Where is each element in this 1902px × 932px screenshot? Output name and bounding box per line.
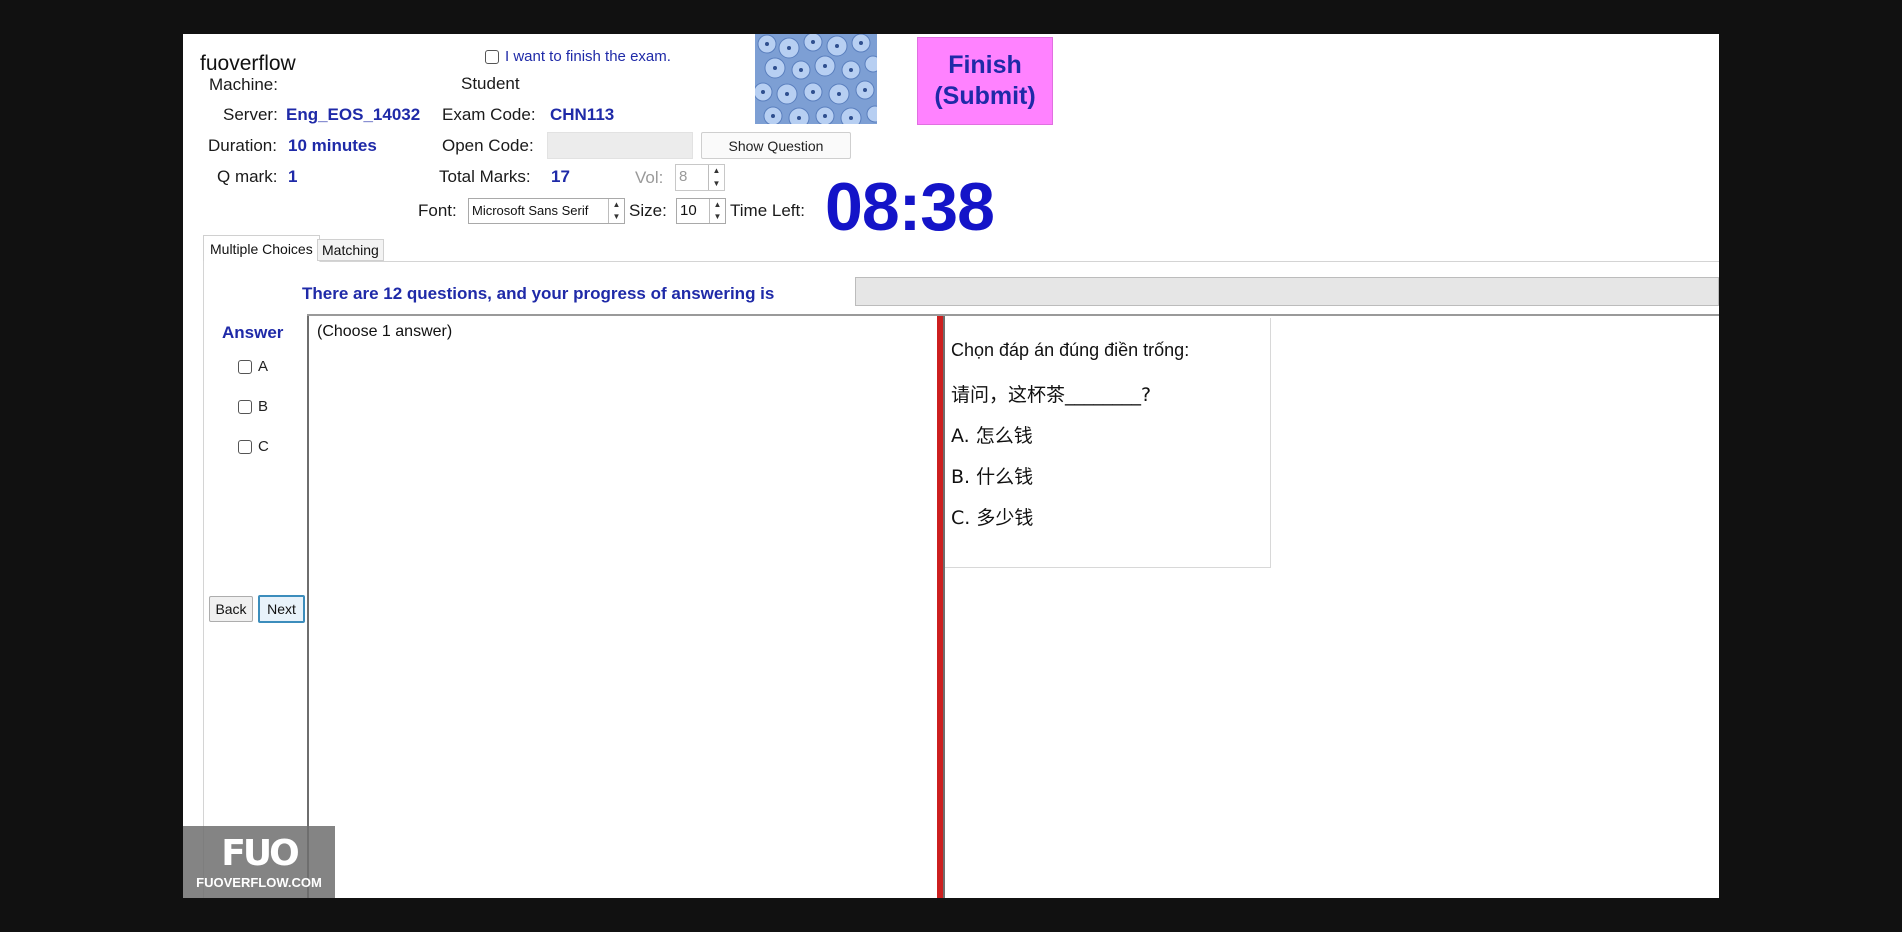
- up-arrow-icon[interactable]: ▲: [609, 199, 624, 211]
- watermark-text: fuoverflow: [200, 52, 296, 75]
- question-panel: Chọn đáp án đúng điền trống: 请问，这杯茶_____…: [945, 318, 1271, 568]
- show-question-button[interactable]: Show Question: [701, 132, 851, 159]
- logo-site: FUOVERFLOW.COM: [196, 874, 322, 890]
- server-label: Server:: [223, 105, 278, 124]
- question-sentence: 请问，这杯茶________?: [951, 384, 1152, 406]
- next-button[interactable]: Next: [258, 595, 305, 623]
- vol-label: Vol:: [635, 168, 664, 187]
- finish-button-line2: (Submit): [934, 82, 1036, 110]
- time-left-label: Time Left:: [730, 201, 805, 220]
- question-instruction: Chọn đáp án đúng điền trống:: [951, 340, 1190, 360]
- open-code-label: Open Code:: [442, 136, 534, 155]
- progress-bar: [855, 277, 1719, 306]
- back-button[interactable]: Back: [209, 596, 253, 622]
- vol-spin-arrows[interactable]: ▲ ▼: [708, 165, 724, 190]
- exam-window: fuoverflow I want to finish the exam. Ma…: [183, 34, 1719, 898]
- flower-image: [755, 34, 877, 124]
- font-select-value: Microsoft Sans Serif: [472, 203, 589, 218]
- finish-exam-checkbox[interactable]: I want to finish the exam.: [485, 48, 671, 65]
- total-marks-value: 17: [551, 167, 570, 186]
- total-marks-label: Total Marks:: [439, 167, 531, 186]
- duration-value: 10 minutes: [288, 136, 377, 155]
- finish-button-line1: Finish: [948, 50, 1022, 79]
- font-select[interactable]: Microsoft Sans Serif ▲ ▼: [468, 198, 625, 224]
- size-spin-arrows[interactable]: ▲ ▼: [709, 199, 725, 223]
- answer-option-b[interactable]: B: [238, 398, 268, 415]
- answer-checkbox-a[interactable]: [238, 359, 252, 374]
- server-value: Eng_EOS_14032: [286, 105, 421, 124]
- question-option-a: A. 怎么钱: [951, 425, 1033, 447]
- answer-title: Answer: [222, 323, 284, 342]
- tab-matching[interactable]: Matching: [317, 239, 384, 261]
- answer-option-c-label: C: [258, 438, 269, 455]
- tab-strip-border: [203, 261, 1719, 262]
- finish-submit-button[interactable]: Finish (Submit): [917, 37, 1053, 125]
- tab-multiple-choices[interactable]: Multiple Choices: [203, 235, 320, 262]
- up-arrow-icon[interactable]: ▲: [710, 199, 725, 211]
- down-arrow-icon[interactable]: ▼: [710, 211, 725, 223]
- size-label: Size:: [629, 201, 667, 220]
- vol-value: 8: [679, 168, 688, 185]
- student-label: Student: [461, 74, 520, 93]
- font-spin-arrows[interactable]: ▲ ▼: [608, 199, 624, 223]
- tab-panel-left-border: [203, 261, 204, 898]
- machine-label: Machine:: [209, 75, 278, 94]
- vol-stepper[interactable]: 8 ▲ ▼: [675, 164, 725, 191]
- flower-photo-icon: [755, 34, 877, 124]
- size-value: 10: [680, 202, 697, 219]
- progress-text: There are 12 questions, and your progres…: [302, 284, 775, 303]
- font-label: Font:: [418, 201, 457, 220]
- answer-option-b-label: B: [258, 398, 269, 415]
- exam-code-value: CHN113: [550, 105, 615, 124]
- answer-checkbox-c[interactable]: [238, 439, 252, 454]
- answer-checkbox-b[interactable]: [238, 399, 252, 414]
- down-arrow-icon[interactable]: ▼: [709, 178, 724, 191]
- answer-option-c[interactable]: C: [238, 438, 269, 455]
- duration-label: Duration:: [208, 136, 277, 155]
- qmark-label: Q mark:: [217, 167, 278, 186]
- question-option-b: B. 什么钱: [951, 466, 1034, 488]
- choose-hint: (Choose 1 answer): [317, 323, 453, 340]
- finish-exam-checkbox-label: I want to finish the exam.: [505, 48, 671, 65]
- answer-option-a-label: A: [258, 358, 269, 375]
- open-code-input[interactable]: [547, 132, 693, 159]
- answer-option-a[interactable]: A: [238, 358, 268, 375]
- qmark-value: 1: [288, 167, 298, 186]
- fuoverflow-logo: FUO FUOVERFLOW.COM: [183, 826, 335, 898]
- time-left-value: 08:38: [825, 169, 995, 245]
- size-stepper[interactable]: 10 ▲ ▼: [676, 198, 726, 224]
- down-arrow-icon[interactable]: ▼: [609, 211, 624, 223]
- finish-exam-checkbox-box[interactable]: [485, 49, 499, 64]
- up-arrow-icon[interactable]: ▲: [709, 165, 724, 178]
- question-option-c: C. 多少钱: [951, 507, 1034, 529]
- exam-code-label: Exam Code:: [442, 105, 536, 124]
- answer-area-top-border: [307, 314, 1719, 316]
- answer-area-left-border: [307, 314, 309, 898]
- logo-mark: FUO: [221, 832, 299, 874]
